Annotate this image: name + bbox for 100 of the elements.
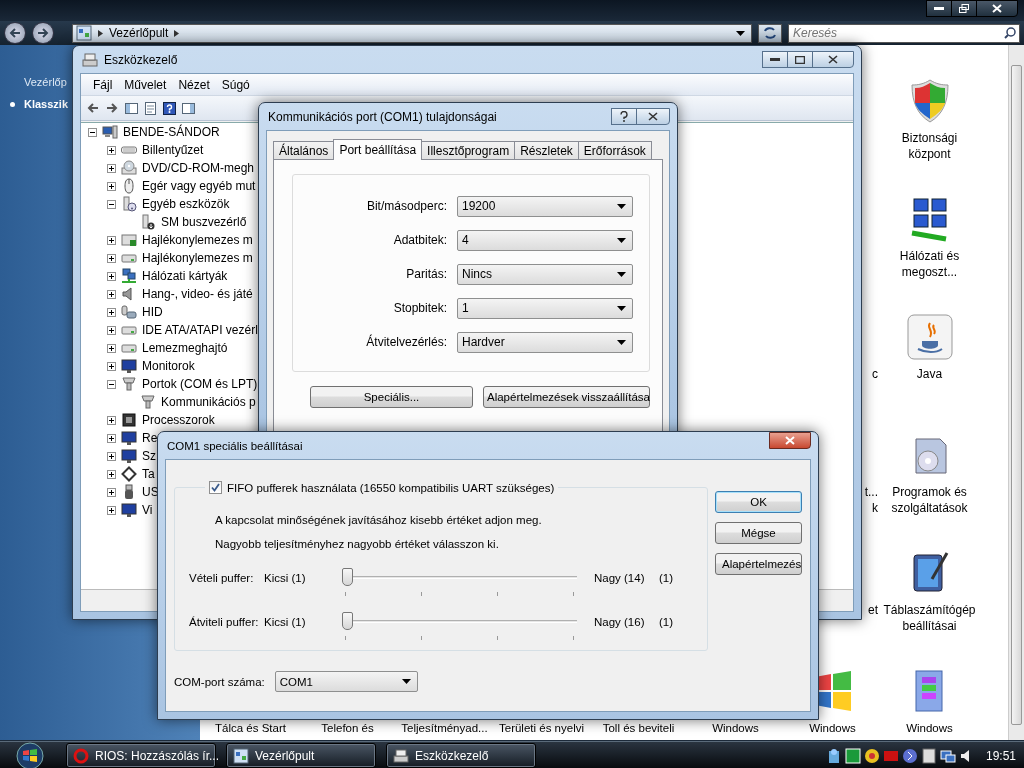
tree-item[interactable]: Portok (COM és LPT) [142,377,258,391]
tree-item[interactable]: BENDE-SÁNDOR [123,125,220,139]
scrollbar[interactable] [1008,45,1024,740]
control-panel-item[interactable]: Programok és szolgáltatások [881,484,978,516]
expand-toggle[interactable] [107,433,116,443]
expand-toggle[interactable] [107,271,116,281]
expand-toggle[interactable] [107,289,116,299]
close-button[interactable] [769,432,811,449]
dialog-button[interactable]: Alapértelmezés [715,553,802,575]
tree-item[interactable]: HID [142,305,163,319]
expand-toggle[interactable] [107,325,116,335]
control-panel-item[interactable]: Telefon és [321,720,374,736]
forward-arrow-icon[interactable] [106,101,119,115]
tree-item[interactable]: Billentyűzet [142,143,204,157]
tab[interactable]: Részletek [514,141,579,159]
dialog-button[interactable]: Speciális... [310,386,473,408]
tree-item[interactable]: Re [142,431,158,445]
tab[interactable]: Általános [273,141,335,159]
tree-item[interactable]: Vi [142,503,153,517]
expand-toggle[interactable] [107,469,116,479]
close-button[interactable] [976,0,1018,17]
expand-toggle[interactable] [107,487,116,497]
dialog-button[interactable]: Mégse [715,522,802,544]
status-circle-icon[interactable] [863,747,880,764]
expand-toggle[interactable] [107,163,116,173]
taskbar-button[interactable]: RIOS: Hozzászólás ír... [66,743,216,768]
tree-item[interactable]: Sz [142,449,156,463]
control-panel-item[interactable]: Toll és beviteli [602,720,675,736]
menu-item[interactable]: Fájl [87,77,119,92]
minimize-button[interactable] [926,0,952,17]
tree-item[interactable]: Monitorok [142,359,195,373]
search-field[interactable]: Keresés [788,23,1020,43]
forward-button[interactable] [32,22,54,44]
maximize-button[interactable] [787,51,813,68]
checkbox[interactable] [209,481,222,494]
dropdown[interactable]: 4 [457,229,633,251]
tree-item[interactable]: Kommunikációs p [161,395,256,409]
control-panel-item[interactable]: Biztonsági központ [881,130,978,162]
refresh-button[interactable] [758,23,782,43]
expand-toggle[interactable] [107,343,116,353]
tab[interactable]: Port beállítása [333,139,423,160]
expand-toggle[interactable] [107,451,116,461]
dropdown[interactable]: 19200 [457,195,633,217]
expand-toggle[interactable] [107,235,116,245]
tab[interactable]: Illesztőprogram [421,141,516,159]
taskbar-button[interactable]: Vezérlőpult [226,743,376,768]
back-arrow-icon[interactable] [87,101,100,115]
control-panel-item[interactable]: Tálca és Start [215,720,286,736]
tree-item[interactable]: Hang-, video- és játé [142,287,253,301]
control-panel-item[interactable]: Windows [809,720,856,736]
menu-item[interactable]: Művelet [118,77,173,92]
minimize-button[interactable] [762,51,788,68]
control-panel-item[interactable]: Java [881,366,978,382]
address-bar[interactable]: Vezérlőpult [72,23,752,43]
control-panel-item[interactable]: Területi és nyelvi [499,720,584,736]
document-icon[interactable] [144,101,157,115]
tree-item[interactable]: Egyéb eszközök [142,197,230,211]
tree-item[interactable]: Hajlékonylemezes m [142,251,253,265]
tree-item[interactable]: Processzorok [142,413,215,427]
expand-toggle[interactable] [107,307,116,317]
checkbox-label[interactable]: FIFO pufferek használata (16550 kompatibilis UART szükséges) [227,481,555,494]
tree-item[interactable]: IDE ATA/ATAPI vezérl [142,323,258,337]
menu-item[interactable]: Nézet [172,77,216,92]
sidebar-link[interactable]: Vezérlőp [24,76,67,88]
expand-toggle[interactable] [107,145,116,155]
help-icon[interactable] [163,101,176,115]
breadcrumb[interactable]: Vezérlőpult [109,26,169,40]
maximize-button[interactable] [951,0,977,17]
expand-toggle[interactable] [107,361,116,371]
dropdown[interactable]: Hardver [457,331,633,353]
close-button[interactable] [812,51,854,68]
dialog-button[interactable]: Alapértelmezések visszaállítása [483,386,650,408]
slider-thumb[interactable] [342,612,353,630]
dialog-button[interactable]: OK [715,491,802,513]
control-panel-item[interactable]: Windows [906,720,953,736]
back-button[interactable] [4,22,26,44]
expand-toggle[interactable] [107,379,116,389]
control-panel-item[interactable]: Hálózati és megoszt... [881,248,978,280]
tree-item[interactable]: Egér vagy egyéb mut [142,179,256,193]
dropdown[interactable]: Nincs [457,263,633,285]
expand-toggle[interactable] [107,505,116,515]
close-button[interactable] [636,108,670,125]
tree-item[interactable]: Lemezmeghajtó [142,341,228,355]
control-panel-item[interactable]: Windows [712,720,759,736]
tree-item[interactable]: SM buszvezérlő [161,215,247,229]
dropdown[interactable]: COM1 [274,671,418,692]
tree-item[interactable]: Hálózati kártyák [142,269,228,283]
panel-icon[interactable] [182,101,195,115]
tree-item[interactable]: DVD/CD-ROM-megh [142,161,254,175]
expand-toggle[interactable] [107,253,116,263]
tree-item[interactable]: Ta [142,467,155,481]
expand-toggle[interactable] [88,127,97,137]
menu-item[interactable]: Súgó [215,77,256,92]
expand-toggle[interactable] [107,415,116,425]
expand-toggle[interactable] [107,199,116,209]
status-circle-icon[interactable] [901,747,918,764]
slider-thumb[interactable] [342,568,353,586]
dropdown[interactable]: 1 [457,297,633,319]
network-icon[interactable] [939,747,956,764]
tree-item[interactable]: Hajlékonylemezes m [142,233,253,247]
